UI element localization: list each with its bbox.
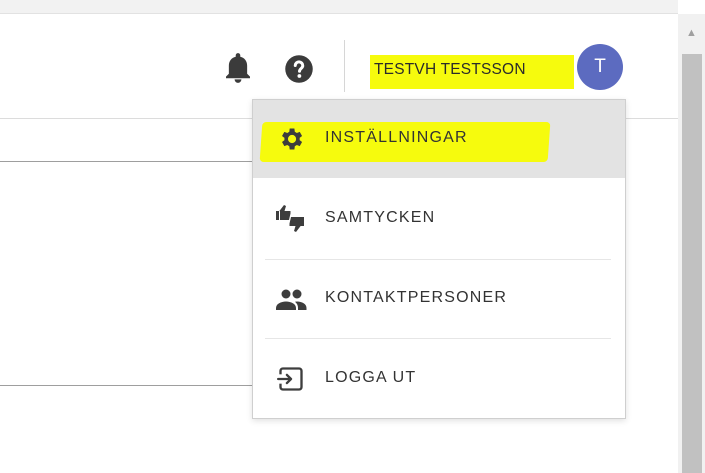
content-divider-2 bbox=[0, 385, 262, 386]
menu-item-logout[interactable]: LOGGA UT bbox=[253, 340, 625, 418]
menu-item-label: KONTAKTPERSONER bbox=[325, 289, 508, 306]
scroll-up-arrow-icon[interactable]: ▲ bbox=[678, 14, 705, 52]
logout-icon bbox=[271, 360, 311, 398]
menu-item-consents[interactable]: SAMTYCKEN bbox=[253, 180, 625, 258]
scroll-thumb[interactable] bbox=[682, 54, 702, 473]
people-icon bbox=[271, 280, 311, 318]
gear-icon bbox=[271, 120, 311, 158]
content-divider-1 bbox=[0, 161, 262, 162]
menu-item-label: INSTÄLLNINGAR bbox=[325, 129, 468, 146]
menu-item-label: LOGGA UT bbox=[325, 369, 417, 386]
top-bar bbox=[0, 0, 678, 14]
menu-divider bbox=[265, 338, 611, 339]
header-separator bbox=[344, 40, 345, 92]
scrollbar[interactable]: ▲ bbox=[678, 14, 705, 473]
user-name[interactable]: TESTVH TESTSSON bbox=[370, 55, 574, 89]
avatar[interactable]: T bbox=[577, 44, 623, 90]
help-circle-icon[interactable] bbox=[282, 52, 316, 86]
thumbs-up-down-icon bbox=[271, 200, 311, 238]
user-dropdown-menu: INSTÄLLNINGAR SAMTYCKEN KONTAKTPERSONER bbox=[252, 99, 626, 419]
menu-item-settings[interactable]: INSTÄLLNINGAR bbox=[253, 100, 625, 178]
menu-item-label: SAMTYCKEN bbox=[325, 209, 436, 226]
menu-item-contacts[interactable]: KONTAKTPERSONER bbox=[253, 260, 625, 338]
bell-icon[interactable] bbox=[222, 50, 254, 86]
